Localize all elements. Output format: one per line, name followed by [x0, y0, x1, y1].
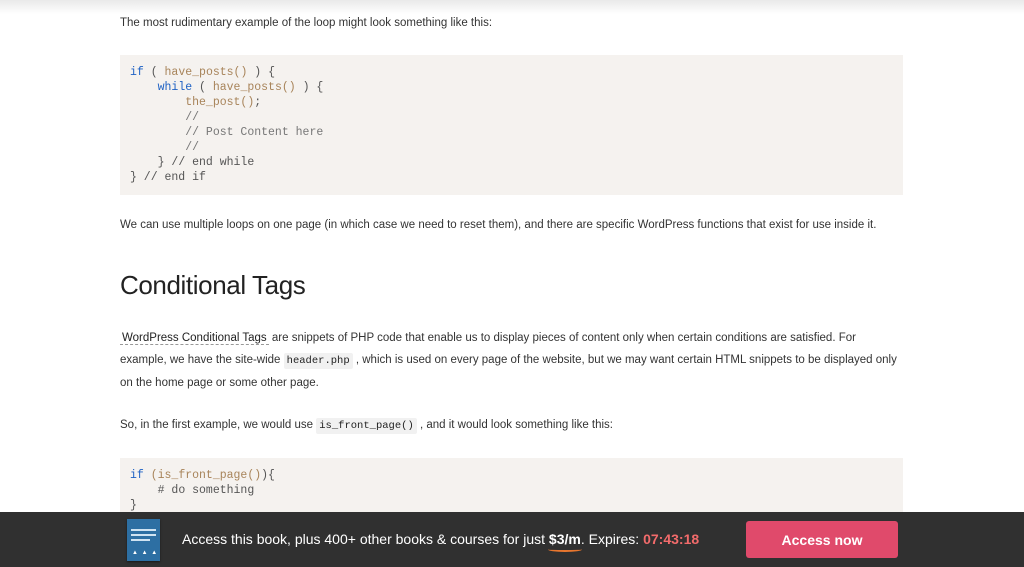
code-token: ;: [254, 96, 262, 109]
code-token: # do something: [157, 484, 255, 497]
code-token: } // end while: [157, 156, 255, 169]
first-example-paragraph: So, in the first example, we would use i…: [120, 414, 903, 437]
code-token: have_posts(): [212, 81, 296, 94]
price-text: $3/m: [547, 531, 582, 552]
book-cover-image: ▲ ▲ ▲: [127, 519, 160, 561]
paragraph-text: , and it would look something like this:: [416, 419, 614, 431]
code-token: (is_front_page(): [143, 469, 262, 482]
book-logo-marks: ▲ ▲ ▲: [132, 550, 159, 556]
banner-text: Access this book, plus 400+ other books …: [182, 530, 700, 552]
code-token: have_posts(): [164, 66, 248, 79]
code-comment: //: [185, 141, 200, 154]
code-token: } // end if: [130, 171, 206, 184]
code-block-front-page: if (is_front_page()){ # do something }: [120, 458, 903, 518]
inline-code-is-front-page: is_front_page(): [316, 418, 417, 434]
code-token: ){: [261, 469, 275, 482]
code-comment: // Post Content here: [185, 126, 324, 139]
code-token: the_post(): [185, 96, 255, 109]
code-comment: //: [185, 111, 200, 124]
code-token: }: [130, 499, 137, 512]
banner-offer-text: Access this book, plus 400+ other books …: [182, 531, 549, 547]
subscription-banner: ▲ ▲ ▲ Access this book, plus 400+ other …: [0, 512, 1024, 567]
code-token: ) {: [295, 81, 324, 94]
paragraph-text: So, in the first example, we would use: [120, 419, 317, 431]
code-token: ) {: [247, 66, 275, 79]
code-token: if: [130, 469, 144, 482]
book-title-line: [131, 539, 150, 541]
code-token: (: [143, 66, 165, 79]
code-token: if: [130, 66, 144, 79]
conditional-tags-paragraph: WordPress Conditional Tags are snippets …: [120, 327, 903, 394]
access-now-button[interactable]: Access now: [746, 521, 898, 558]
section-heading: Conditional Tags: [120, 270, 306, 300]
price-value: $3/m: [548, 531, 581, 547]
code-block-loop: if ( have_posts() ) { while ( have_posts…: [120, 55, 903, 195]
code-token: (: [192, 81, 213, 94]
book-title-line: [131, 529, 156, 531]
intro-text: The most rudimentary example of the loop…: [120, 17, 493, 29]
multi-loops-text: We can use multiple loops on one page (i…: [120, 219, 877, 231]
conditional-tags-link[interactable]: WordPress Conditional Tags: [120, 332, 269, 345]
countdown-timer: 07:43:18: [643, 531, 700, 547]
code-token: while: [157, 81, 193, 94]
banner-expires-label: . Expires:: [580, 531, 644, 547]
price-underline: [547, 547, 582, 552]
inline-code-header-php: header.php: [283, 353, 353, 369]
book-title-line: [131, 534, 156, 536]
